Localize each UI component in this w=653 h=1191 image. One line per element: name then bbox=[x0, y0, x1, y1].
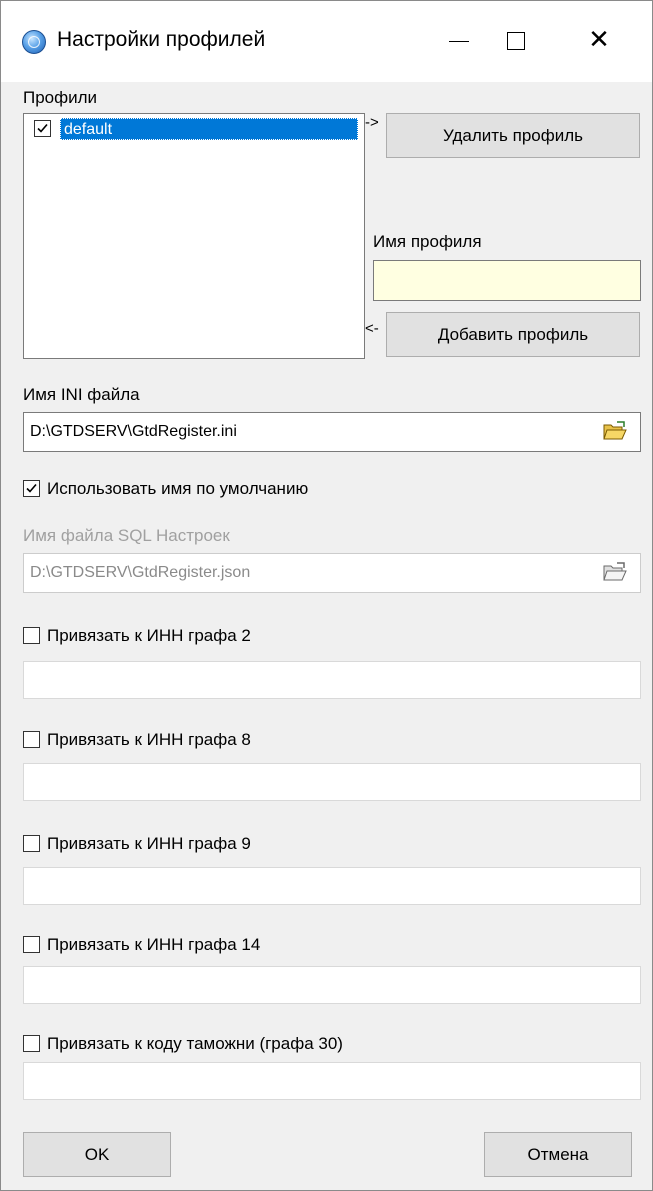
bind-inn-9-input[interactable] bbox=[23, 867, 641, 905]
profile-name-label: Имя профиля bbox=[373, 232, 482, 251]
window-title: Настройки профилей bbox=[57, 28, 266, 51]
bind-inn-8-input[interactable] bbox=[23, 763, 641, 801]
title-bar: Настройки профилей ✕ bbox=[1, 1, 652, 82]
add-profile-button[interactable]: Добавить профиль bbox=[386, 312, 640, 357]
bind-inn-14-checkbox[interactable] bbox=[23, 936, 40, 953]
folder-open-icon[interactable] bbox=[602, 420, 628, 442]
checkmark-icon bbox=[26, 483, 37, 493]
sql-file-input bbox=[23, 553, 641, 593]
minimize-icon[interactable] bbox=[430, 15, 486, 67]
delete-profile-button[interactable]: Удалить профиль bbox=[386, 113, 640, 158]
bind-customs-code-label: Привязать к коду таможни (графа 30) bbox=[47, 1034, 343, 1053]
app-icon bbox=[22, 30, 46, 54]
bind-inn-8-checkbox[interactable] bbox=[23, 731, 40, 748]
ok-button[interactable]: OK bbox=[23, 1132, 171, 1177]
bind-inn-14-label: Привязать к ИНН графа 14 bbox=[47, 935, 261, 954]
bind-inn-8-label: Привязать к ИНН графа 8 bbox=[47, 730, 251, 749]
bind-customs-code-checkbox[interactable] bbox=[23, 1035, 40, 1052]
folder-open-icon bbox=[603, 562, 627, 581]
arrow-right-icon: -> bbox=[365, 114, 379, 131]
maximize-icon[interactable] bbox=[487, 15, 543, 67]
profile-name-input[interactable] bbox=[373, 260, 641, 301]
profiles-list[interactable]: default bbox=[23, 113, 365, 359]
bind-inn-2-checkbox[interactable] bbox=[23, 627, 40, 644]
bind-inn-14-input[interactable] bbox=[23, 966, 641, 1004]
bind-inn-2-label: Привязать к ИНН графа 2 bbox=[47, 626, 251, 645]
use-default-checkbox[interactable] bbox=[23, 480, 40, 497]
bind-inn-9-checkbox[interactable] bbox=[23, 835, 40, 852]
profile-label: default bbox=[60, 118, 358, 140]
ini-file-label: Имя INI файла bbox=[23, 385, 140, 404]
cancel-button[interactable]: Отмена bbox=[484, 1132, 632, 1177]
profile-checkbox[interactable] bbox=[34, 120, 51, 137]
close-icon: ✕ bbox=[588, 24, 610, 54]
profiles-label: Профили bbox=[23, 88, 98, 107]
checkmark-icon bbox=[37, 123, 48, 133]
sql-file-label: Имя файла SQL Настроек bbox=[23, 526, 230, 545]
use-default-label: Использовать имя по умолчанию bbox=[47, 479, 309, 498]
bind-customs-code-input[interactable] bbox=[23, 1062, 641, 1100]
list-item[interactable]: default bbox=[28, 118, 358, 140]
settings-dialog: Настройки профилей ✕ Профили default -> … bbox=[0, 0, 653, 1191]
ini-file-input[interactable] bbox=[23, 412, 641, 452]
bind-inn-2-input[interactable] bbox=[23, 661, 641, 699]
arrow-left-icon: <- bbox=[365, 320, 379, 337]
bind-inn-9-label: Привязать к ИНН графа 9 bbox=[47, 834, 251, 853]
close-button[interactable]: ✕ bbox=[571, 15, 627, 67]
